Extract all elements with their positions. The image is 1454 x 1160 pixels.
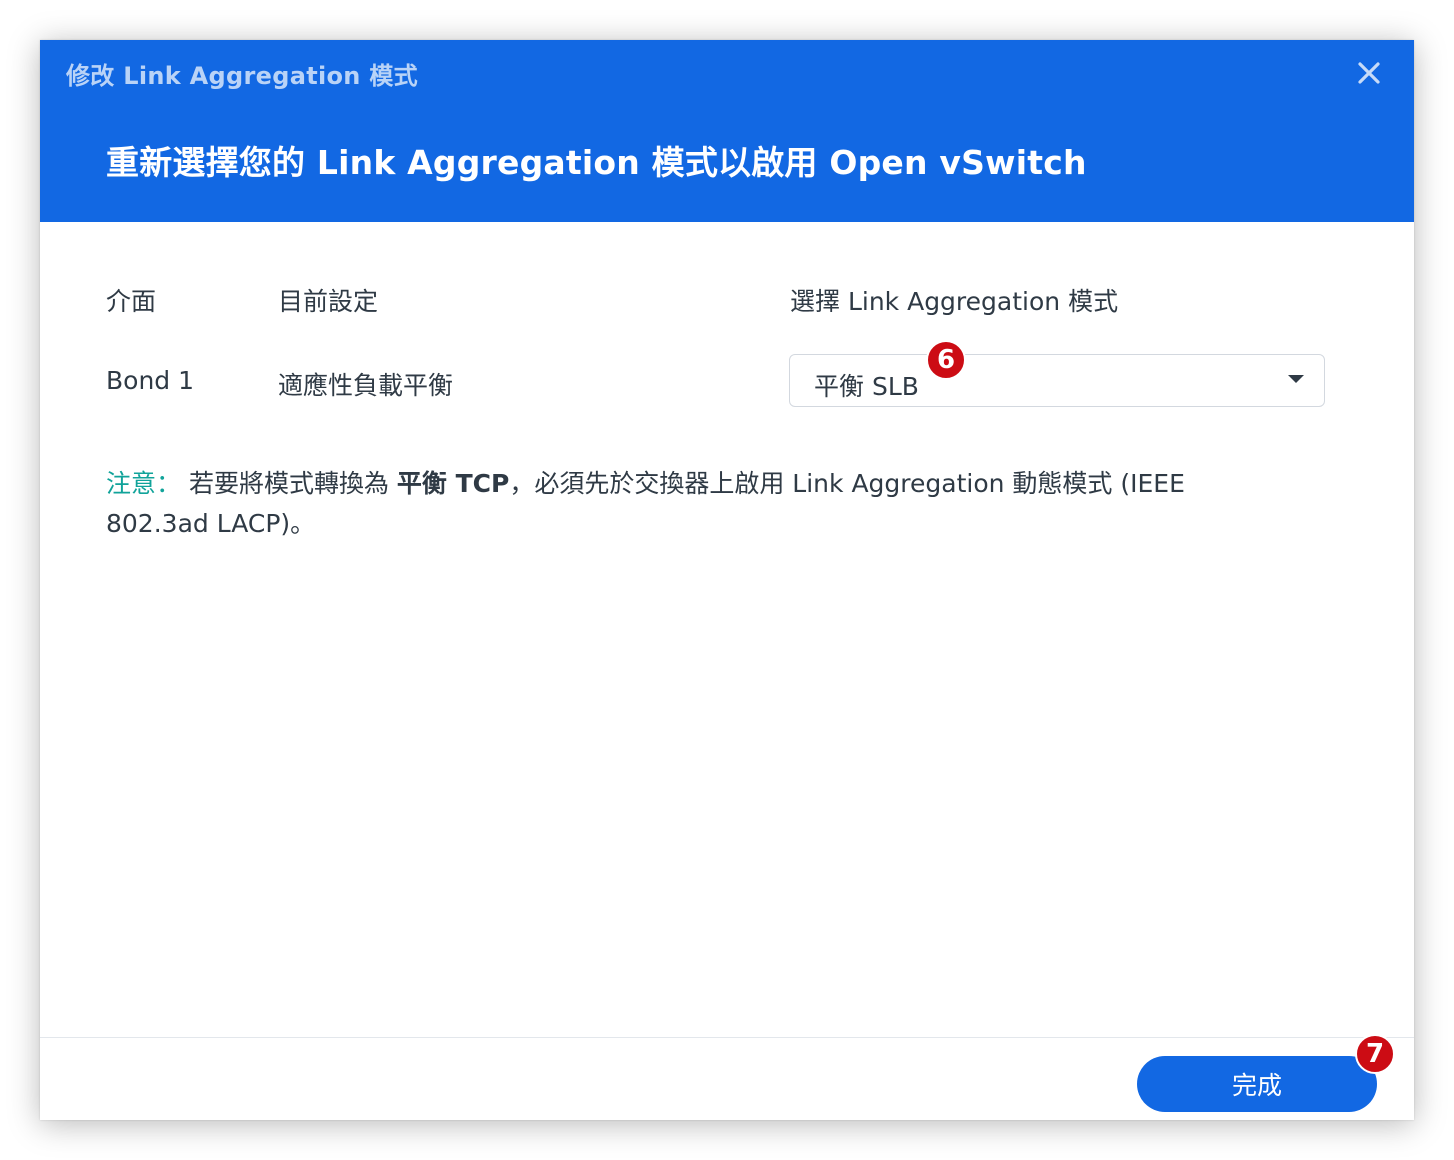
- note-bold-mode: 平衡 TCP: [396, 469, 510, 498]
- step-badge-done: 7: [1355, 1034, 1395, 1074]
- mode-select-value: 平衡 SLB: [814, 372, 919, 401]
- step-badge-select: 6: [926, 340, 966, 380]
- note-label: 注意：: [106, 469, 182, 498]
- interface-value: Bond 1: [106, 366, 195, 395]
- dialog-heading: 重新選擇您的 Link Aggregation 模式以啟用 Open vSwit…: [106, 143, 1087, 182]
- column-header-select-mode: 選擇 Link Aggregation 模式: [790, 287, 1119, 316]
- dialog-header: 修改 Link Aggregation 模式 重新選擇您的 Link Aggre…: [40, 40, 1414, 222]
- close-button[interactable]: [1350, 54, 1388, 92]
- column-header-current-setting: 目前設定: [278, 287, 379, 316]
- note-text: 注意： 若要將模式轉換為 平衡 TCP，必須先於交換器上啟用 Link Aggr…: [106, 464, 1266, 544]
- mode-select-dropdown[interactable]: 平衡 SLB: [789, 354, 1325, 407]
- caret-down-icon: [1288, 375, 1304, 383]
- window-title: 修改 Link Aggregation 模式: [66, 62, 418, 90]
- note-text-before: 若要將模式轉換為: [181, 469, 397, 498]
- footer-divider: [40, 1037, 1414, 1038]
- close-icon: [1358, 62, 1380, 84]
- done-button[interactable]: 完成: [1137, 1056, 1377, 1112]
- current-setting-value: 適應性負載平衡: [278, 371, 454, 400]
- column-header-interface: 介面: [106, 287, 157, 316]
- link-aggregation-dialog: 修改 Link Aggregation 模式 重新選擇您的 Link Aggre…: [40, 40, 1414, 1120]
